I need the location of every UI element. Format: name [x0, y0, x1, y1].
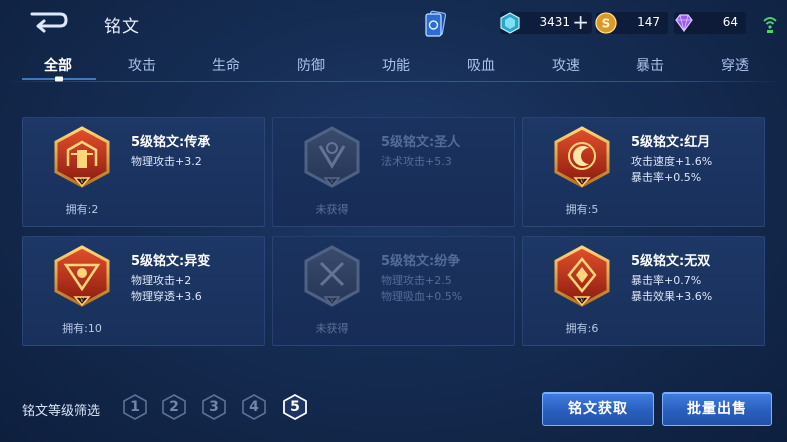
gem-value: 64	[722, 15, 738, 29]
level-filter-label: 铭文等级筛选	[22, 404, 101, 419]
tab-all[interactable]: 全部	[44, 55, 72, 75]
svg-text:V: V	[79, 297, 85, 304]
inscription-card-icon[interactable]	[424, 10, 446, 38]
level-filter-5[interactable]: 5	[282, 393, 308, 421]
card-name: 5级铭文:异变	[131, 254, 211, 269]
card-stat: 法术攻击+5.3	[381, 155, 452, 168]
card-name: 5级铭文:圣人	[381, 135, 461, 150]
level-number: 1	[130, 399, 140, 415]
inscription-card-chuancheng[interactable]: V 5级铭文:传承 物理攻击+3.2 拥有:2	[22, 117, 265, 227]
tab-utility[interactable]: 功能	[382, 55, 410, 75]
svg-text:V: V	[329, 178, 335, 185]
bulk-sell-button[interactable]: 批量出售	[662, 392, 772, 426]
level-number: 5	[290, 399, 300, 415]
card-stat: 物理吸血+0.5%	[381, 290, 463, 303]
top-bar: 铭文 3431 + S 147 64	[0, 0, 787, 46]
card-owned-count: 未获得	[315, 203, 349, 216]
diamond-counter: 3431 +	[500, 11, 592, 34]
diamond-icon	[500, 12, 520, 34]
page-title: 铭文	[104, 17, 140, 37]
wifi-signal-icon	[763, 17, 777, 33]
card-name: 5级铭文:红月	[631, 135, 711, 150]
card-owned-count: 拥有:5	[565, 203, 599, 216]
svg-text:V: V	[79, 178, 85, 185]
back-arrow-icon[interactable]	[26, 10, 68, 34]
chuancheng-emblem-icon: V	[54, 126, 110, 188]
tab-divider	[0, 81, 787, 82]
card-name: 5级铭文:无双	[631, 254, 711, 269]
inscription-card-shengren[interactable]: V 5级铭文:圣人 法术攻击+5.3 未获得	[272, 117, 515, 227]
tab-attack[interactable]: 攻击	[128, 55, 156, 75]
inscription-card-wushuang[interactable]: V 5级铭文:无双 暴击率+0.7% 暴击效果+3.6% 拥有:6	[522, 236, 765, 346]
card-owned-count: 未获得	[315, 322, 349, 335]
shengren-emblem-icon: V	[304, 126, 360, 188]
level-filter-4[interactable]: 4	[241, 394, 267, 420]
card-stat: 物理穿透+3.6	[131, 290, 202, 303]
tab-attack-speed[interactable]: 攻速	[552, 55, 580, 75]
wushuang-emblem-icon: V	[554, 245, 610, 307]
add-diamond-icon[interactable]: +	[572, 11, 589, 33]
fenzheng-emblem-icon: V	[304, 245, 360, 307]
card-stat: 物理攻击+2	[131, 274, 192, 287]
card-stat: 攻击速度+1.6%	[631, 155, 713, 168]
obtain-inscription-button[interactable]: 铭文获取	[542, 392, 654, 426]
hongyue-emblem-icon: V	[554, 126, 610, 188]
card-name: 5级铭文:传承	[131, 135, 211, 150]
level-filter-3[interactable]: 3	[201, 394, 227, 420]
card-stat: 物理攻击+3.2	[131, 155, 202, 168]
inscription-card-hongyue[interactable]: V 5级铭文:红月 攻击速度+1.6% 暴击率+0.5% 拥有:5	[522, 117, 765, 227]
tab-crit[interactable]: 暴击	[636, 55, 664, 75]
level-filter-1[interactable]: 1	[122, 394, 148, 420]
level-filter-2[interactable]: 2	[161, 394, 187, 420]
card-stat: 暴击率+0.7%	[631, 274, 702, 287]
svg-text:V: V	[579, 178, 585, 185]
level-number: 4	[249, 399, 259, 415]
tab-lifesteal[interactable]: 吸血	[467, 55, 495, 75]
inscription-card-yibian[interactable]: V 5级铭文:异变 物理攻击+2 物理穿透+3.6 拥有:10	[22, 236, 265, 346]
yibian-emblem-icon: V	[54, 245, 110, 307]
inscription-card-fenzheng[interactable]: V 5级铭文:纷争 物理攻击+2.5 物理吸血+0.5% 未获得	[272, 236, 515, 346]
diamond-value: 3431	[539, 15, 570, 29]
svg-text:V: V	[579, 297, 585, 304]
gold-value: 147	[637, 15, 660, 29]
card-owned-count: 拥有:6	[565, 322, 599, 335]
tab-health[interactable]: 生命	[212, 55, 240, 75]
gold-coin-icon: S	[595, 12, 617, 34]
tab-penetration[interactable]: 穿透	[721, 55, 749, 75]
card-name: 5级铭文:纷争	[381, 254, 461, 269]
gold-counter: S 147	[595, 12, 668, 34]
card-owned-count: 拥有:2	[65, 203, 99, 216]
purple-gem-icon	[675, 14, 693, 33]
card-stat: 物理攻击+2.5	[381, 274, 452, 287]
svg-text:V: V	[329, 297, 335, 304]
card-owned-count: 拥有:10	[62, 322, 102, 335]
level-number: 2	[169, 399, 179, 415]
card-stat: 暴击率+0.5%	[631, 171, 702, 184]
gem-counter: 64	[674, 12, 746, 34]
tab-defense[interactable]: 防御	[297, 55, 325, 75]
card-stat: 暴击效果+3.6%	[631, 290, 713, 303]
level-number: 3	[209, 399, 219, 415]
svg-text:S: S	[602, 17, 611, 31]
category-tabs: 全部 攻击 生命 防御 功能 吸血 攻速 暴击 穿透	[0, 46, 787, 86]
